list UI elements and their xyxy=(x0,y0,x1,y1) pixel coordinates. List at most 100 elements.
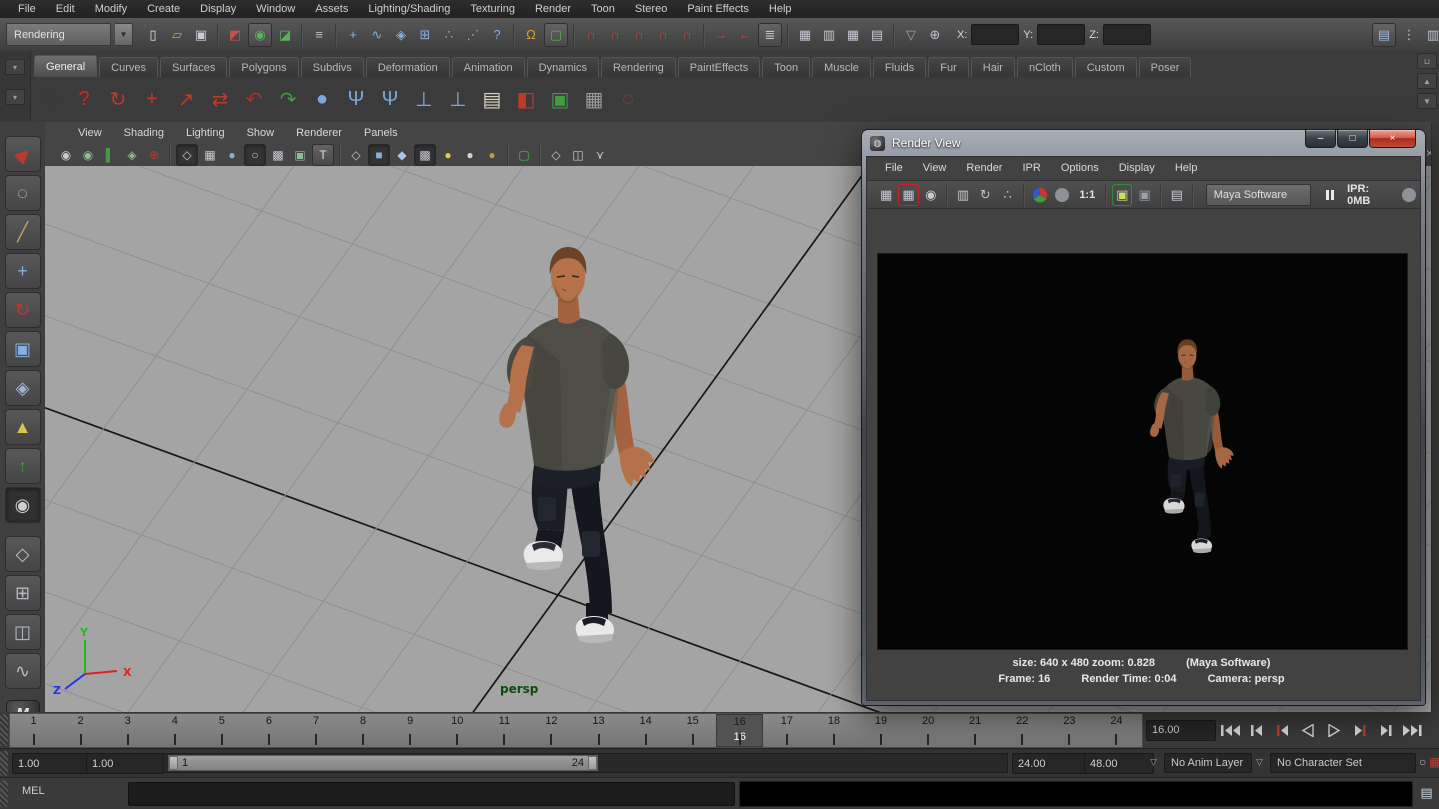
ipr-render-icon[interactable]: ▦ xyxy=(842,24,864,46)
shelf-tab-ncloth[interactable]: nCloth xyxy=(1017,57,1073,77)
save-scene-icon[interactable]: ▣ xyxy=(190,24,212,46)
bookmark-icon[interactable]: ▌ xyxy=(100,145,120,165)
animation-end-field[interactable]: 48.00 xyxy=(1084,753,1154,774)
select-object-type-icon[interactable]: ◧ xyxy=(510,83,542,115)
undo-icon[interactable]: ↶ xyxy=(238,83,270,115)
rendered-image-area[interactable] xyxy=(877,253,1408,650)
curve-mask-icon[interactable]: ∿ xyxy=(366,24,388,46)
shelf-tab-animation[interactable]: Animation xyxy=(452,57,525,77)
graph-persp-layout-button[interactable]: ∿ xyxy=(5,653,41,689)
anim-layer-dropdown-arrow-icon[interactable]: ▽ xyxy=(1150,757,1157,768)
play-forwards-button[interactable] xyxy=(1322,719,1347,741)
open-render-settings-icon[interactable]: ▤ xyxy=(1167,184,1187,206)
menu-help[interactable]: Help xyxy=(759,1,802,17)
y-coordinate-field[interactable] xyxy=(1037,24,1085,45)
grid-toggle-icon[interactable]: ◇ xyxy=(176,144,198,166)
show-manipulator-tool[interactable]: ↑ xyxy=(5,448,41,484)
panel-menu-show[interactable]: Show xyxy=(236,125,286,141)
menu-set-dropdown-arrow-icon[interactable]: ▼ xyxy=(115,23,133,46)
shelf-trash-icon[interactable]: ⊔ xyxy=(1417,53,1437,69)
playback-end-field[interactable]: 24.00 xyxy=(1012,753,1088,774)
zoom-region-icon[interactable]: ⊕ xyxy=(144,145,164,165)
shelf-menu-icon[interactable]: ▾ xyxy=(5,59,25,75)
help-icon[interactable]: ? xyxy=(68,83,100,115)
duplicate-object-icon[interactable]: ▣ xyxy=(544,83,576,115)
isolate-select-icon[interactable]: ▢ xyxy=(514,145,534,165)
maximize-button[interactable]: □ xyxy=(1337,130,1368,148)
go-to-start-button[interactable] xyxy=(1218,719,1243,741)
wireframe-mode-icon[interactable]: ◇ xyxy=(346,145,366,165)
smooth-shade-icon[interactable]: ■ xyxy=(368,144,390,166)
shelf-tab-custom[interactable]: Custom xyxy=(1075,57,1137,77)
x-coordinate-field[interactable] xyxy=(971,24,1019,45)
cluster-mask-icon[interactable]: ∴ xyxy=(438,24,460,46)
snap-view-icon[interactable]: ∩ xyxy=(676,24,698,46)
soft-modification-tool[interactable]: ▲ xyxy=(5,409,41,445)
redo-icon[interactable]: ↷ xyxy=(272,83,304,115)
scale-tool[interactable]: ▣ xyxy=(5,331,41,367)
open-scene-icon[interactable]: ▱ xyxy=(166,24,188,46)
panel-share-icon[interactable]: ⋎ xyxy=(590,145,610,165)
panel-menu-view[interactable]: View xyxy=(67,125,113,141)
misc-mask-icon[interactable]: ? xyxy=(486,24,508,46)
update-ipr-region-icon[interactable]: ∴ xyxy=(997,184,1017,206)
panel-menu-shading[interactable]: Shading xyxy=(113,125,175,141)
render-settings-icon[interactable]: ▤ xyxy=(866,24,888,46)
camera-transform-icon[interactable]: ◈ xyxy=(122,145,142,165)
shelf-tab-general[interactable]: General xyxy=(34,55,97,77)
range-grab-handle[interactable] xyxy=(0,751,8,776)
range-start-handle[interactable] xyxy=(169,756,178,770)
resolution-gate-icon[interactable]: ● xyxy=(222,145,242,165)
z-coordinate-field[interactable] xyxy=(1103,24,1151,45)
shelf-tab-hair[interactable]: Hair xyxy=(971,57,1015,77)
shelf-tab-surfaces[interactable]: Surfaces xyxy=(160,57,227,77)
camera-track-icon[interactable]: + xyxy=(136,83,168,115)
camera-dolly-icon[interactable]: ↗ xyxy=(170,83,202,115)
camera-orbit-icon[interactable]: ↻ xyxy=(102,83,134,115)
shelf-tab-dynamics[interactable]: Dynamics xyxy=(527,57,599,77)
rv-menu-file[interactable]: File xyxy=(875,160,913,176)
snapshot-icon[interactable]: ◉ xyxy=(921,184,941,206)
rv-menu-ipr[interactable]: IPR xyxy=(1012,160,1050,176)
shelf-scroll-up-icon[interactable]: ▲ xyxy=(1417,73,1437,89)
playback-start-field[interactable]: 1.00 xyxy=(86,753,164,774)
parent-icon[interactable]: ⊥ xyxy=(408,83,440,115)
snap-curve-icon[interactable]: ∩ xyxy=(604,24,626,46)
safe-title-icon[interactable]: T xyxy=(312,144,334,166)
rgb-channels-icon[interactable] xyxy=(1030,184,1050,206)
minimize-button[interactable]: – xyxy=(1305,130,1336,148)
animation-preferences-icon[interactable]: ▦ xyxy=(1429,755,1439,769)
xray-mode-icon[interactable]: ◇ xyxy=(546,145,566,165)
keep-image-icon[interactable]: ▣ xyxy=(1112,184,1132,206)
output-connection-icon[interactable]: ← xyxy=(734,24,756,46)
menu-create[interactable]: Create xyxy=(137,1,190,17)
menu-paint-effects[interactable]: Paint Effects xyxy=(677,1,759,17)
use-all-lights-icon[interactable]: ▩ xyxy=(414,144,436,166)
ungroup-icon[interactable]: Ψ xyxy=(374,83,406,115)
flat-light-icon[interactable]: ● xyxy=(460,145,480,165)
select-tool[interactable]: ▶ xyxy=(5,136,41,172)
unparent-icon[interactable]: ⊥ xyxy=(442,83,474,115)
outliner-persp-layout-button[interactable]: ◫ xyxy=(5,614,41,650)
snap-align-menu-icon[interactable]: ≡ xyxy=(308,24,330,46)
close-button[interactable]: × xyxy=(1369,130,1416,148)
select-object-icon[interactable]: ◉ xyxy=(248,23,272,47)
auto-keyframe-icon[interactable]: ○ xyxy=(1419,755,1426,769)
menu-file[interactable]: File xyxy=(8,1,46,17)
film-gate-icon[interactable]: ▦ xyxy=(200,145,220,165)
pause-ipr-button[interactable] xyxy=(1320,184,1340,206)
range-slider-track[interactable]: 1 24 xyxy=(163,753,1008,773)
universal-manipulator-tool[interactable]: ◈ xyxy=(5,370,41,406)
shelf-tab-painteffects[interactable]: PaintEffects xyxy=(678,57,761,77)
rv-menu-view[interactable]: View xyxy=(913,160,957,176)
shelf-tab-muscle[interactable]: Muscle xyxy=(812,57,871,77)
menu-lighting-shading[interactable]: Lighting/Shading xyxy=(358,1,460,17)
step-forward-key-button[interactable] xyxy=(1348,719,1373,741)
timeline-grab-handle[interactable] xyxy=(0,714,8,746)
render-view-window[interactable]: ◍ Render View –□× FileViewRenderIPROptio… xyxy=(862,130,1425,705)
shelf-tab-polygons[interactable]: Polygons xyxy=(229,57,298,77)
character-set-dropdown-arrow-icon[interactable]: ▽ xyxy=(1256,757,1263,768)
shelf-tab-poser[interactable]: Poser xyxy=(1139,57,1192,77)
select-hierarchy-icon[interactable]: ◩ xyxy=(224,24,246,46)
shelf-tab-fur[interactable]: Fur xyxy=(928,57,969,77)
